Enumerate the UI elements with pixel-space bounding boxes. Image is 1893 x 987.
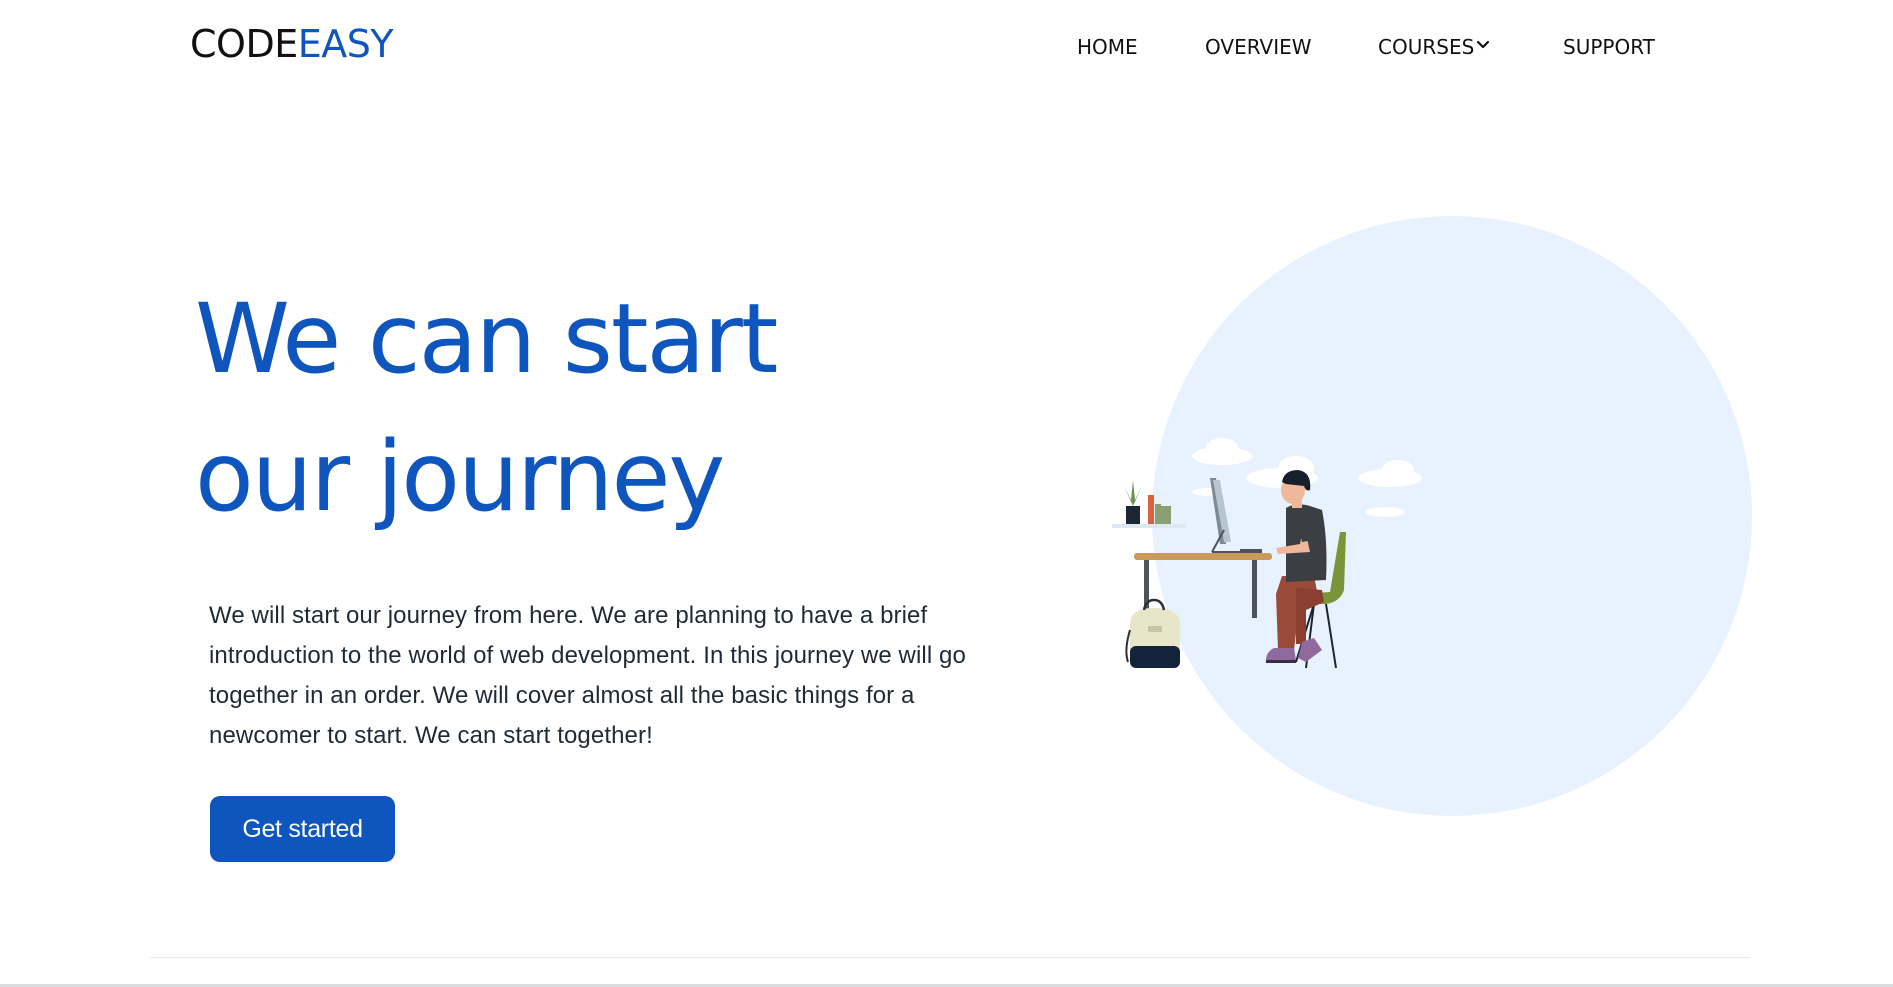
hero-background-circle <box>1152 216 1752 816</box>
hero-description: We will start our journey from here. We … <box>209 602 966 749</box>
logo-part-code: CODE <box>190 22 298 66</box>
wall-shelf <box>1112 524 1186 528</box>
chevron-down-icon[interactable] <box>1474 38 1492 52</box>
nav-item-home[interactable]: HOME <box>1077 32 1138 62</box>
get-started-button[interactable]: Get started <box>210 796 395 862</box>
nav-item-support[interactable]: SUPPORT <box>1563 32 1655 62</box>
hero-title: We can start our journey <box>195 283 778 533</box>
nav-item-courses[interactable]: COURSES <box>1378 32 1474 62</box>
landing-page: CODEEASY HOME OVERVIEW COURSES SUPPORT W… <box>0 0 1893 987</box>
logo-part-easy: EASY <box>297 22 394 66</box>
person-at-desk-illustration <box>1112 216 1752 816</box>
nav-item-overview[interactable]: OVERVIEW <box>1205 32 1312 62</box>
site-logo[interactable]: CODEEASY <box>190 20 394 68</box>
section-divider <box>150 957 1750 958</box>
plant-icon <box>1124 480 1142 524</box>
